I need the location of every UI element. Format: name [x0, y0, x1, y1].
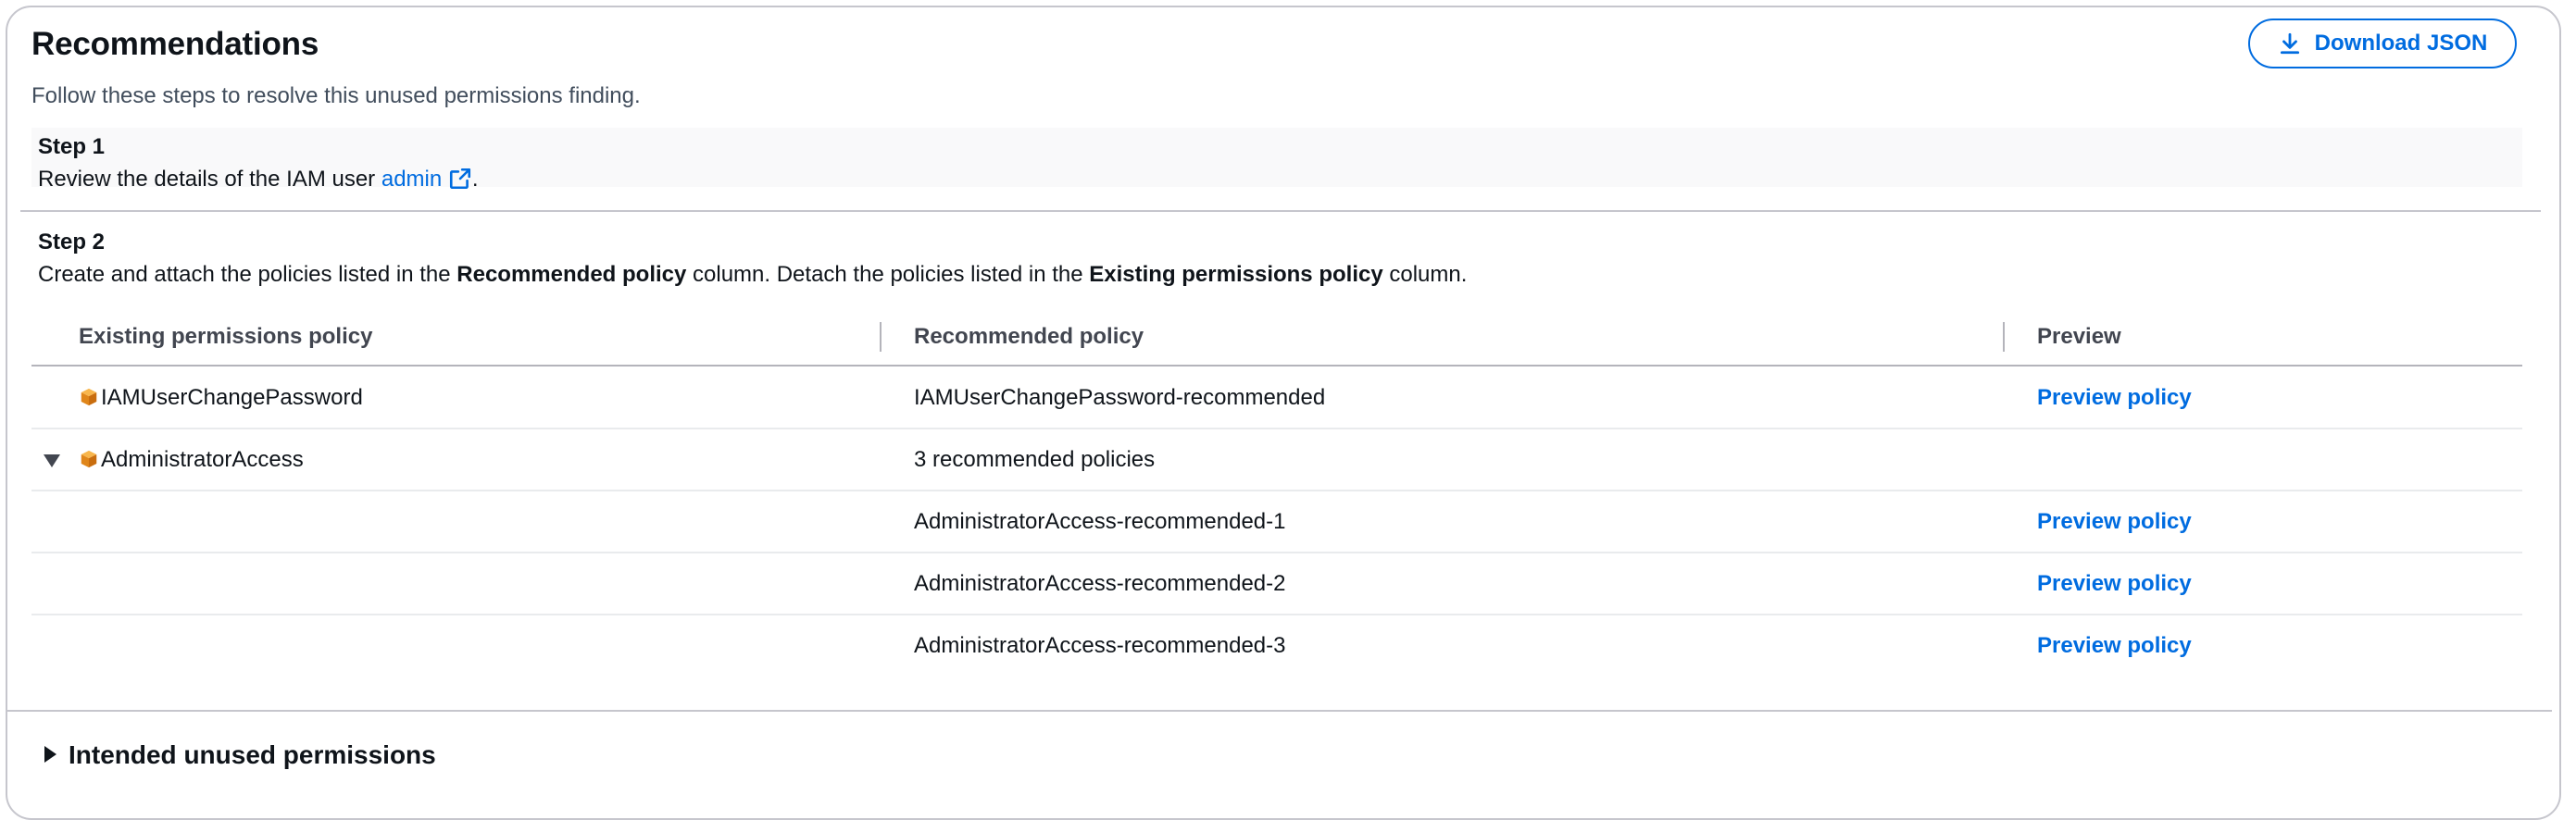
table-row: IAMUserChangePassword — [79, 385, 363, 411]
panel-subtitle: Follow these steps to resolve this unuse… — [31, 83, 641, 108]
existing-policy-name: AdministratorAccess — [101, 447, 304, 472]
section-divider — [7, 710, 2552, 712]
intended-unused-permissions-toggle[interactable]: Intended unused permissions — [69, 740, 436, 770]
step-divider — [20, 210, 2541, 212]
step1-text: Review the details of the IAM user admin… — [38, 167, 479, 193]
row-divider — [31, 428, 2522, 429]
step2-bold-existing: Existing permissions policy — [1089, 262, 1383, 287]
admin-user-link[interactable]: admin — [381, 167, 472, 192]
admin-link-text: admin — [381, 167, 443, 192]
panel-title: Recommendations — [31, 26, 319, 62]
download-json-label: Download JSON — [2314, 31, 2488, 56]
column-resizer[interactable] — [880, 322, 882, 352]
row-divider — [31, 552, 2522, 553]
step2-heading: Step 2 — [38, 230, 106, 255]
download-icon — [2280, 32, 2299, 55]
preview-policy-link[interactable]: Preview policy — [2037, 509, 2192, 535]
step2-text-3: column. — [1382, 262, 1468, 287]
recommended-policy-count: 3 recommended policies — [914, 447, 1156, 472]
column-header-existing[interactable]: Existing permissions policy — [79, 324, 372, 350]
step2-text-2: column. Detach the policies listed in th… — [686, 262, 1090, 287]
table-row-expandable: AdministratorAccess — [79, 447, 304, 473]
row-divider — [31, 614, 2522, 615]
recommended-policy-name: AdministratorAccess-recommended-1 — [914, 509, 1286, 534]
step2-text-1: Create and attach the policies listed in… — [38, 262, 457, 287]
recommended-policy-name: IAMUserChangePassword-recommended — [914, 385, 1326, 410]
step1-text-before: Review the details of the IAM user — [38, 167, 381, 192]
existing-policy-name: IAMUserChangePassword — [101, 385, 363, 410]
external-link-icon — [448, 167, 472, 192]
aws-managed-policy-icon — [81, 388, 97, 406]
caret-down-icon[interactable] — [43, 453, 61, 469]
column-header-recommended[interactable]: Recommended policy — [914, 324, 1144, 350]
step2-text: Create and attach the policies listed in… — [38, 262, 1467, 288]
preview-policy-link[interactable]: Preview policy — [2037, 385, 2192, 411]
recommended-policy-name: AdministratorAccess-recommended-2 — [914, 571, 1286, 596]
preview-policy-link[interactable]: Preview policy — [2037, 633, 2192, 659]
aws-managed-policy-icon — [81, 450, 97, 468]
column-resizer[interactable] — [2003, 322, 2005, 352]
recommended-policy-name: AdministratorAccess-recommended-3 — [914, 633, 1286, 658]
step1-text-after: . — [471, 167, 479, 192]
table-header-divider — [31, 365, 2522, 367]
row-divider — [31, 490, 2522, 491]
step2-bold-recommended: Recommended policy — [456, 262, 687, 287]
caret-right-icon[interactable] — [43, 745, 57, 764]
step1-heading: Step 1 — [38, 134, 106, 159]
download-json-button[interactable]: Download JSON — [2248, 19, 2517, 68]
preview-policy-link[interactable]: Preview policy — [2037, 571, 2192, 597]
column-header-preview[interactable]: Preview — [2037, 324, 2121, 350]
